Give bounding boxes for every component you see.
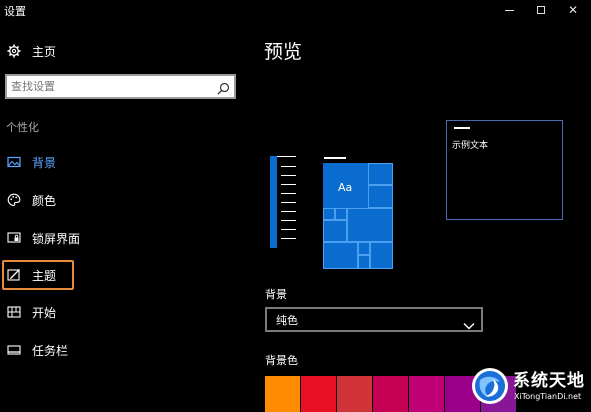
color-swatch[interactable] xyxy=(265,376,300,412)
sidebar-item-label: 颜色 xyxy=(32,193,57,208)
gear-icon xyxy=(7,44,21,58)
sidebar-item-taskbar[interactable]: 任务栏 xyxy=(0,337,245,363)
chevron-down-icon xyxy=(463,315,475,334)
preview-line xyxy=(324,157,346,159)
lock-screen-icon xyxy=(7,231,21,245)
background-label: 背景 xyxy=(265,288,287,301)
minimize-icon xyxy=(504,9,514,11)
taskbar-preview xyxy=(270,156,296,248)
start-icon xyxy=(7,305,21,319)
color-swatch[interactable] xyxy=(337,376,372,412)
search-icon[interactable] xyxy=(217,80,230,99)
background-color-label: 背景色 xyxy=(265,354,298,367)
color-swatch[interactable] xyxy=(373,376,408,412)
background-dropdown[interactable]: 纯色 xyxy=(265,307,483,332)
preview-tile xyxy=(323,208,335,220)
section-heading: 个性化 xyxy=(6,121,39,134)
preview-tile xyxy=(358,242,370,255)
watermark-url: XiTongTianDi.net xyxy=(514,392,582,401)
title-bar: 设置 ✕ xyxy=(0,0,591,24)
close-button[interactable]: ✕ xyxy=(558,0,588,20)
sidebar: 主页 个性化 背景 颜色 锁屏界面 主题 开始 xyxy=(0,24,245,412)
preview-line xyxy=(281,229,296,230)
preview-tile xyxy=(368,163,393,185)
preview-line xyxy=(454,127,470,129)
preview-tile xyxy=(323,242,358,269)
preview-tile xyxy=(370,242,393,269)
window-preview: 示例文本 xyxy=(446,120,563,220)
preview-tile xyxy=(368,185,393,208)
color-swatch[interactable] xyxy=(409,376,444,412)
maximize-button[interactable] xyxy=(526,0,556,20)
sidebar-item-label: 背景 xyxy=(32,155,57,170)
preview-tile xyxy=(323,163,368,208)
preview-taskbar xyxy=(270,156,277,248)
background-selected-value: 纯色 xyxy=(276,314,298,327)
sidebar-item-label: 主页 xyxy=(32,44,57,59)
preview-line xyxy=(281,211,296,212)
sidebar-item-label: 锁屏界面 xyxy=(32,231,81,246)
minimize-button[interactable] xyxy=(494,0,524,20)
color-swatch[interactable] xyxy=(301,376,336,412)
watermark-logo xyxy=(472,368,508,404)
close-icon: ✕ xyxy=(567,3,579,17)
search-input[interactable] xyxy=(11,78,211,95)
preview-line xyxy=(281,184,296,185)
preview-line xyxy=(281,220,296,221)
palette-icon xyxy=(7,193,21,207)
sidebar-item-start[interactable]: 开始 xyxy=(0,299,245,325)
sidebar-item-lock-screen[interactable]: 锁屏界面 xyxy=(0,225,245,251)
preview-tile xyxy=(323,220,347,242)
page-title: 预览 xyxy=(264,41,303,63)
sample-text: 示例文本 xyxy=(452,141,489,151)
maximize-icon xyxy=(537,6,545,14)
preview-line xyxy=(281,193,296,194)
preview-line xyxy=(281,238,296,239)
watermark-name: 系统天地 xyxy=(513,371,585,391)
sidebar-item-label: 任务栏 xyxy=(32,343,69,358)
app-title: 设置 xyxy=(4,5,26,18)
preview-line xyxy=(281,175,296,176)
picture-icon xyxy=(7,155,21,169)
watermark: 系统天地 XiTongTianDi.net xyxy=(464,360,591,412)
sidebar-item-background[interactable]: 背景 xyxy=(0,149,245,175)
sidebar-item-colors[interactable]: 颜色 xyxy=(0,187,245,213)
preview-line xyxy=(281,202,296,203)
selection-highlight xyxy=(2,260,74,290)
sidebar-item-home[interactable]: 主页 xyxy=(0,38,245,64)
sidebar-item-label: 开始 xyxy=(32,305,57,320)
preview-tile xyxy=(347,208,393,242)
preview-line xyxy=(281,166,296,167)
search-box[interactable] xyxy=(5,74,236,99)
preview-tile xyxy=(358,255,370,269)
preview-tile xyxy=(335,208,347,220)
start-menu-preview: Aa xyxy=(323,163,393,269)
taskbar-icon xyxy=(7,343,21,357)
